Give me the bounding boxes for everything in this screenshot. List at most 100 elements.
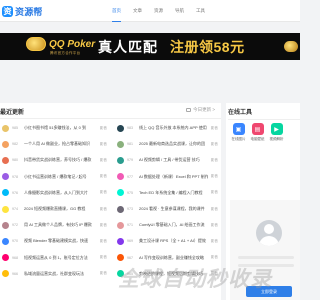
list-row: 966 私域流量运营实战，社群变现玩法 影音 965 剪映进阶课程，短视频后期剪辑技巧 影… bbox=[0, 266, 221, 282]
item-title[interactable]: 2025 最新电商选品实战课，让你的团 bbox=[139, 141, 208, 147]
item-title[interactable]: 2024 看视 · 生意参谋课程，我的课件 bbox=[139, 206, 208, 212]
item-tag: 976 bbox=[12, 190, 18, 195]
list-item[interactable]: 968 短视频运营从 0 到 1，账号定位方法 影音 bbox=[2, 250, 110, 266]
list-row: 985 小红书图书馆 51多赚钱法，从 0 到影音 983 线上 QQ 音乐外放 本系… bbox=[0, 120, 221, 136]
today-updates-label: 今日更新 > bbox=[193, 107, 215, 112]
item-category: 影音 bbox=[210, 141, 218, 146]
list-item[interactable]: 975 Tech ED 年系统全集 / 编程入门教程 影音 bbox=[117, 185, 221, 201]
list-item[interactable]: 981 2025 最新电商选品实战课，让你的团 影音 bbox=[117, 136, 221, 152]
ad-banner[interactable]: QQ Poker 腾讯官方合作平台 真人匹配 注册领58元 bbox=[0, 33, 300, 60]
item-title[interactable]: 私域流量运营实战，社群变现玩法 bbox=[24, 271, 97, 277]
video-icon: ▶ bbox=[270, 123, 283, 135]
item-title[interactable]: 美工设计课 RPS（全 + A1 + AI）提效 bbox=[139, 238, 208, 244]
item-title[interactable]: 短视频运营从 0 到 1，账号定位方法 bbox=[24, 255, 97, 261]
item-category: 影音 bbox=[99, 271, 107, 276]
list-item[interactable]: 979 AI 视频剪辑 / 工具 / 带货运营 技巧 影音 bbox=[117, 152, 221, 168]
item-category: 影音 bbox=[210, 190, 218, 195]
nav-item-resources[interactable]: 资源 bbox=[154, 0, 163, 22]
user-card: 立即登录 bbox=[230, 200, 300, 300]
logo-mark-icon: 资 bbox=[2, 5, 13, 17]
tools-grid: ▣ 在线图片 ▤ 电脑壁纸 ▶ 视频解析 bbox=[230, 123, 287, 142]
item-tag: 967 bbox=[127, 255, 133, 260]
item-title[interactable]: 抖音带货实战训练营，养号技巧 / 爆款 bbox=[24, 157, 97, 163]
item-title[interactable]: 人像摄影实战训练营，从入门到大片 bbox=[24, 190, 97, 196]
list-item[interactable]: 980 抖音带货实战训练营，养号技巧 / 爆款 影音 bbox=[2, 152, 110, 168]
item-thumbnail bbox=[2, 221, 9, 229]
list-item[interactable]: 967 AI 写作变现训练营，副业赚钱全攻略 影音 bbox=[117, 250, 221, 266]
list-item[interactable]: 966 私域流量运营实战，社群变现玩法 影音 bbox=[2, 266, 110, 282]
item-tag: 965 bbox=[127, 271, 133, 276]
item-thumbnail bbox=[2, 140, 9, 148]
item-tag: 969 bbox=[127, 239, 133, 244]
nav-item-navigation[interactable]: 导航 bbox=[175, 0, 184, 22]
item-title[interactable]: 一个人用 AI 做副业，抢占零基础知识 bbox=[24, 141, 97, 147]
poker-chip-icon bbox=[26, 37, 46, 51]
list-row: 970 视频 Blender 零基础建模实战，快速 影音 969 美工设计课 RPS（全… bbox=[0, 233, 221, 249]
tool-label: 视频解析 bbox=[269, 137, 284, 141]
item-category: 影音 bbox=[210, 157, 218, 162]
item-category: 影音 bbox=[99, 125, 107, 130]
item-title[interactable]: 小红书运营训练营 / 爆款笔记 / 起号 bbox=[24, 174, 97, 180]
poker-chip-icon bbox=[284, 41, 298, 52]
placeholder-line bbox=[238, 264, 294, 267]
update-list: 985 小红书图书馆 51多赚钱法，从 0 到影音 983 线上 QQ 音乐外放 本系… bbox=[0, 120, 221, 282]
item-category: 影音 bbox=[99, 141, 107, 146]
list-row: 978 小红书运营训练营 / 爆款笔记 / 起号 影音 977 AI 数据处理（新课）E… bbox=[0, 169, 221, 185]
item-title[interactable]: Tech ED 年系统全集 / 编程入门教程 bbox=[139, 190, 208, 196]
image-icon: ▣ bbox=[232, 123, 245, 135]
item-thumbnail bbox=[117, 173, 124, 181]
list-row: 980 抖音带货实战训练营，养号技巧 / 爆款 影音 979 AI 视频剪辑 / 工具 … bbox=[0, 152, 221, 168]
list-row: 968 短视频运营从 0 到 1，账号定位方法 影音 967 AI 写作变现训练营，副业… bbox=[0, 250, 221, 266]
list-item[interactable]: 985 小红书图书馆 51多赚钱法，从 0 到影音 bbox=[2, 120, 110, 136]
item-thumbnail bbox=[2, 205, 9, 213]
item-title[interactable]: 用 AI 工具做个人品牌，有技巧 IP 爆款 bbox=[24, 222, 97, 228]
list-item[interactable]: 982 一个人用 AI 做副业，抢占零基础知识 影音 bbox=[2, 136, 110, 152]
list-item[interactable]: 970 视频 Blender 零基础建模实战，快速 影音 bbox=[2, 233, 110, 249]
item-title[interactable]: 剪映进阶课程，短视频后期剪辑技巧 bbox=[139, 271, 208, 277]
list-item[interactable]: 965 剪映进阶课程，短视频后期剪辑技巧 影音 bbox=[117, 266, 221, 282]
list-item[interactable]: 983 线上 QQ 音乐外放 本系统内 APP 使用 影音 bbox=[117, 120, 221, 136]
item-category: 影音 bbox=[210, 174, 218, 179]
item-thumbnail bbox=[117, 237, 124, 245]
item-title[interactable]: 2024 短视频爆款直播课，GG 教程 bbox=[24, 206, 97, 212]
item-title[interactable]: 小红书图书馆 51多赚钱法，从 0 到 bbox=[24, 125, 97, 131]
nav-item-tools[interactable]: 工具 bbox=[196, 0, 205, 22]
avatar bbox=[256, 220, 282, 246]
item-category: 影音 bbox=[210, 222, 218, 227]
list-item[interactable]: 971 ComfyUI 零基础入门，AI 绘画工作流 影音 bbox=[117, 217, 221, 233]
item-title[interactable]: ComfyUI 零基础入门，AI 绘画工作流 bbox=[139, 222, 208, 228]
list-row: 974 2024 短视频爆款直播课，GG 教程 影音 973 2024 看视 · 生意参… bbox=[0, 201, 221, 217]
tool-label: 电脑壁纸 bbox=[250, 137, 265, 141]
placeholder-line bbox=[238, 256, 294, 259]
nav-item-articles[interactable]: 文章 bbox=[133, 0, 142, 22]
list-item[interactable]: 972 用 AI 工具做个人品牌，有技巧 IP 爆款 影音 bbox=[2, 217, 110, 233]
tool-item[interactable]: ▶ 视频解析 bbox=[268, 123, 285, 142]
list-item[interactable]: 973 2024 看视 · 生意参谋课程，我的课件 影音 bbox=[117, 201, 221, 217]
item-thumbnail bbox=[2, 237, 9, 245]
item-thumbnail bbox=[117, 254, 124, 262]
calendar-icon bbox=[186, 108, 192, 112]
list-item[interactable]: 976 人像摄影实战训练营，从入门到大片 影音 bbox=[2, 185, 110, 201]
today-updates-link[interactable]: 今日更新 > bbox=[186, 107, 215, 113]
list-item[interactable]: 977 AI 数据处理（新课）Excel 和 PPT 制作 影音 bbox=[117, 169, 221, 185]
item-title[interactable]: 线上 QQ 音乐外放 本系统内 APP 使用 bbox=[139, 125, 208, 131]
nav-item-home[interactable]: 首页 bbox=[112, 0, 121, 22]
item-title[interactable]: AI 写作变现训练营，副业赚钱全攻略 bbox=[139, 255, 208, 261]
tool-item[interactable]: ▣ 在线图片 bbox=[230, 123, 247, 142]
login-button[interactable]: 立即登录 bbox=[246, 286, 292, 297]
site-logo[interactable]: 资 资源帮 bbox=[2, 4, 43, 18]
item-title[interactable]: 视频 Blender 零基础建模实战，快速 bbox=[24, 238, 97, 244]
item-thumbnail bbox=[2, 189, 9, 197]
list-item[interactable]: 978 小红书运营训练营 / 爆款笔记 / 起号 影音 bbox=[2, 169, 110, 185]
item-tag: 983 bbox=[127, 126, 133, 131]
item-title[interactable]: AI 视频剪辑 / 工具 / 带货运营 技巧 bbox=[139, 157, 208, 163]
list-item[interactable]: 974 2024 短视频爆款直播课，GG 教程 影音 bbox=[2, 201, 110, 217]
item-thumbnail bbox=[117, 156, 124, 164]
divider bbox=[228, 119, 300, 120]
tool-item[interactable]: ▤ 电脑壁纸 bbox=[249, 123, 266, 142]
item-tag: 966 bbox=[12, 271, 18, 276]
list-item[interactable]: 969 美工设计课 RPS（全 + A1 + AI）提效 影音 bbox=[117, 233, 221, 249]
item-thumbnail bbox=[2, 124, 9, 132]
item-title[interactable]: AI 数据处理（新课）Excel 和 PPT 制作 bbox=[139, 174, 208, 180]
item-tag: 978 bbox=[12, 174, 18, 179]
